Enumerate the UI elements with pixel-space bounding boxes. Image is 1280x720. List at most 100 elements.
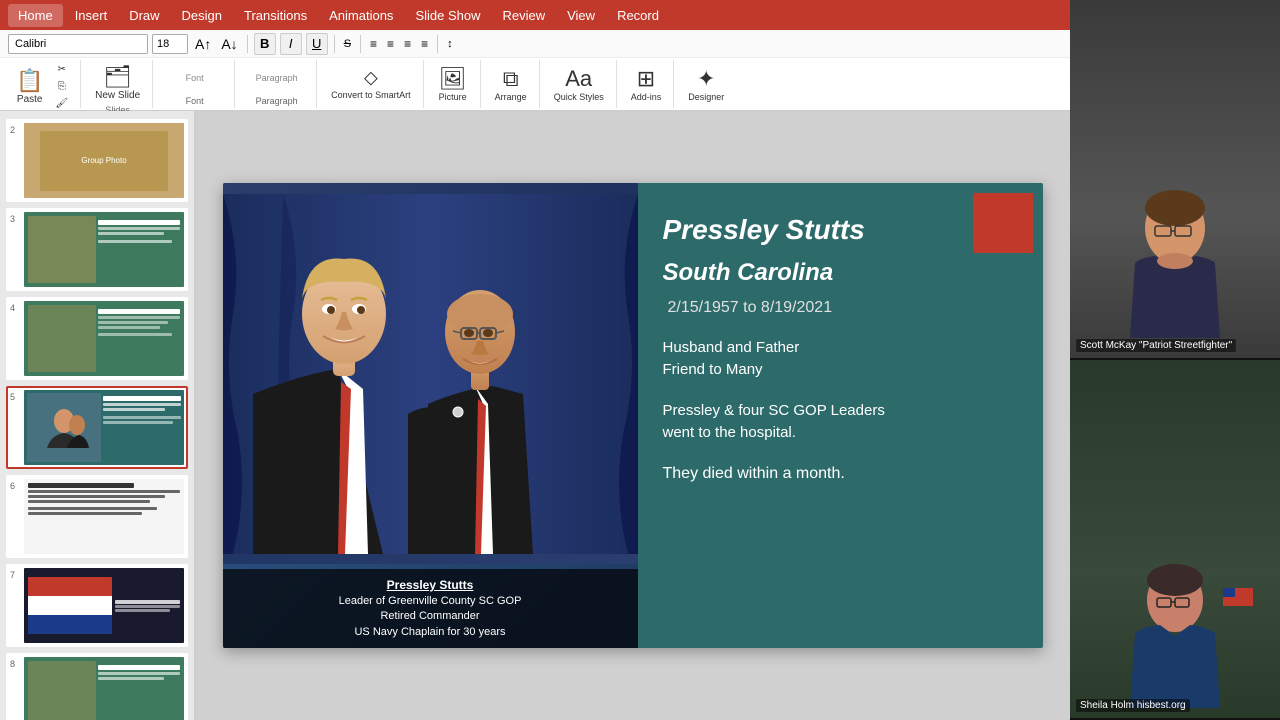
align-center-icon[interactable]: ≡ — [384, 36, 397, 52]
menu-review[interactable]: Review — [492, 4, 555, 27]
arrange-group: ⧉ Arrange — [483, 60, 540, 108]
line-spacing-icon[interactable]: ↕ — [444, 37, 456, 51]
add-ins-label: Add-ins — [631, 92, 662, 102]
menu-design[interactable]: Design — [172, 4, 232, 27]
caption-sub2: US Navy Chaplain for 30 years — [227, 625, 634, 640]
video-name-2: Sheila Holm hisbest.org — [1076, 699, 1190, 712]
bold-button[interactable]: B — [254, 33, 276, 55]
paste-button[interactable]: 📋 Paste — [12, 66, 47, 107]
menu-slideshow[interactable]: Slide Show — [405, 4, 490, 27]
slide-caption: Pressley Stutts Leader of Greenville Cou… — [223, 569, 638, 648]
menu-home[interactable]: Home — [8, 4, 63, 27]
slide-text-content: Pressley Stutts South Carolina 2/15/1957… — [638, 183, 1043, 648]
arrange-label: Arrange — [495, 92, 527, 102]
canvas-area: Pressley Stutts Leader of Greenville Cou… — [195, 111, 1070, 720]
slides-group: 🗂 New Slide Slides — [83, 60, 153, 108]
font-group: Font Font — [155, 60, 235, 108]
copy-button[interactable]: ⎘ — [51, 79, 72, 94]
quick-styles-group: Aa Quick Styles — [542, 60, 617, 108]
caption-title: Leader of Greenville County SC GOP — [227, 594, 634, 609]
slide-line1: Husband and Father — [663, 337, 1018, 360]
slide-6-thumbnail — [24, 479, 184, 554]
paragraph-group-label: Paragraph — [256, 96, 298, 106]
menu-transitions[interactable]: Transitions — [234, 4, 317, 27]
caption-name: Pressley Stutts — [227, 577, 634, 594]
quick-styles-button[interactable]: Aa Quick Styles — [550, 62, 608, 106]
ribbon: A↑ A↓ B I U S ≡ ≡ ≡ ≡ ↕ 📋 Paste ✂ — [0, 30, 1070, 111]
arrange-button[interactable]: ⧉ Arrange — [491, 62, 531, 106]
designer-icon: ✦ — [697, 66, 715, 92]
font-group-label: Font — [186, 96, 204, 106]
slide-thumb-3[interactable]: 3 — [6, 208, 188, 291]
designer-button[interactable]: ✦ Designer — [684, 62, 728, 106]
slide-thumb-6[interactable]: 6 — [6, 475, 188, 558]
designer-group: ✦ Designer — [676, 60, 736, 108]
convert-smartart-button[interactable]: ⬦ Convert to SmartArt — [327, 62, 415, 106]
menu-animations[interactable]: Animations — [319, 4, 403, 27]
font-family-input[interactable] — [8, 34, 148, 54]
caption-sub1: Retired Commander — [227, 609, 634, 624]
arrange-icon: ⧉ — [503, 66, 519, 92]
font-size-input[interactable] — [152, 34, 188, 54]
slide-person-name: Pressley Stutts — [663, 213, 1018, 247]
format-painter-icon: 🖌 — [55, 98, 68, 109]
smartart-label: Convert to SmartArt — [331, 90, 411, 101]
new-slide-icon: 🗂 — [104, 64, 132, 90]
designer-label: Designer — [688, 92, 724, 102]
slide-photo-area: Pressley Stutts Leader of Greenville Cou… — [223, 183, 638, 648]
slide-7-thumbnail — [24, 568, 184, 643]
format-painter-button[interactable]: 🖌 — [51, 96, 72, 111]
main-slide: Pressley Stutts Leader of Greenville Cou… — [223, 183, 1043, 648]
cut-button[interactable]: ✂ — [51, 62, 72, 77]
menu-record[interactable]: Record — [607, 4, 669, 27]
add-ins-button[interactable]: ⊞ Add-ins — [627, 62, 666, 106]
underline-button[interactable]: U — [306, 33, 328, 55]
justify-icon[interactable]: ≡ — [418, 36, 431, 52]
slide-panel: 2 Group Photo 3 — [0, 111, 195, 720]
picture-button[interactable]: 🖼 Picture — [435, 62, 471, 106]
slide-5-thumbnail — [24, 390, 184, 465]
video-name-1: Scott McKay "Patriot Streetfighter" — [1076, 339, 1236, 352]
video-pane-1: Scott McKay "Patriot Streetfighter" — [1070, 0, 1280, 360]
clipboard-group: 📋 Paste ✂ ⎘ 🖌 Clipboard — [4, 60, 81, 108]
slide-2-thumbnail: Group Photo — [24, 123, 184, 198]
slide-line5: They died within a month. — [663, 465, 1018, 483]
add-ins-group: ⊞ Add-ins — [619, 60, 675, 108]
slide-photo — [223, 183, 638, 564]
picture-icon: 🖼 — [439, 66, 467, 92]
video-panel: Scott McKay "Patriot Streetfighter" — [1070, 0, 1280, 720]
slide-line2: Friend to Many — [663, 359, 1018, 382]
slide-3-thumbnail — [24, 212, 184, 287]
strikethrough-icon[interactable]: S — [341, 37, 354, 51]
add-ins-icon: ⊞ — [637, 66, 655, 92]
menu-insert[interactable]: Insert — [65, 4, 118, 27]
red-accent-block — [973, 193, 1033, 253]
paste-icon: 📋 — [16, 68, 43, 94]
align-right-icon[interactable]: ≡ — [401, 36, 414, 52]
menu-view[interactable]: View — [557, 4, 605, 27]
video-pane-2: Sheila Holm hisbest.org — [1070, 360, 1280, 720]
picture-label: Picture — [439, 92, 467, 102]
quick-styles-icon: Aa — [565, 66, 592, 92]
quick-styles-label: Quick Styles — [554, 92, 604, 102]
menu-draw[interactable]: Draw — [119, 4, 169, 27]
slide-thumb-5[interactable]: 5 — [6, 386, 188, 469]
slide-line3: Pressley & four SC GOP Leaders — [663, 400, 1018, 423]
slide-thumb-7[interactable]: 7 — [6, 564, 188, 647]
slide-thumb-8[interactable]: 8 — [6, 653, 188, 720]
slide-state: South Carolina — [663, 259, 1018, 287]
smartart-group: ⬦ Convert to SmartArt — [319, 60, 424, 108]
slide-8-thumbnail — [24, 657, 184, 720]
copy-icon: ⎘ — [58, 81, 66, 92]
new-slide-button[interactable]: 🗂 New Slide — [91, 62, 144, 103]
align-left-icon[interactable]: ≡ — [367, 36, 380, 52]
smartart-icon: ⬦ — [364, 67, 378, 90]
slide-thumb-2[interactable]: 2 Group Photo — [6, 119, 188, 202]
italic-button[interactable]: I — [280, 33, 302, 55]
slide-thumb-4[interactable]: 4 — [6, 297, 188, 380]
main-area: 2 Group Photo 3 — [0, 111, 1070, 720]
picture-group: 🖼 Picture — [426, 60, 481, 108]
font-increase-icon[interactable]: A↑ — [192, 35, 214, 53]
slide-dates: 2/15/1957 to 8/19/2021 — [668, 299, 1018, 317]
font-decrease-icon[interactable]: A↓ — [218, 35, 240, 53]
